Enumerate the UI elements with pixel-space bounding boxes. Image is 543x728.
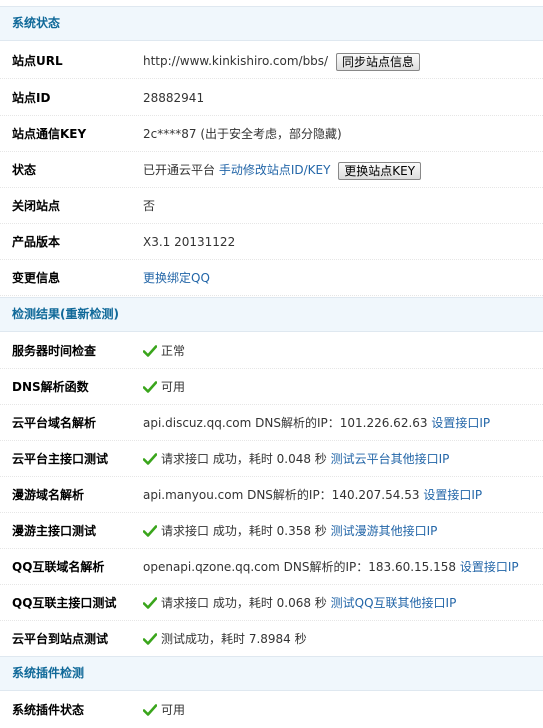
server-time-label: 服务器时间检查	[12, 344, 97, 358]
qq-api-test-label: QQ互联主接口测试	[12, 596, 117, 610]
check-icon	[143, 344, 157, 357]
row-site-url: 站点URL http://www.kinkishiro.com/bbs/ 同步站…	[0, 43, 543, 79]
manyou-api-test-label: 漫游主接口测试	[12, 524, 97, 538]
row-manyou-api-test: 漫游主接口测试 请求接口 成功，耗时 0.358 秒 测试漫游其他接口IP	[0, 513, 543, 549]
qq-api-test-value-wrap: 请求接口 成功，耗时 0.068 秒 测试QQ互联其他接口IP	[143, 585, 456, 621]
row-plugin-state: 系统插件状态 可用	[0, 692, 543, 728]
dns-function-label: DNS解析函数	[12, 380, 89, 394]
row-site-id: 站点ID 28882941	[0, 80, 543, 116]
plugin-state-value-wrap: 可用	[143, 692, 185, 728]
row-cloud-domain: 云平台域名解析 api.discuz.qq.com DNS解析的IP：101.2…	[0, 405, 543, 441]
row-change-info: 变更信息 更换绑定QQ	[0, 260, 543, 296]
site-url-label: 站点URL	[12, 54, 63, 68]
dns-function-value: 可用	[161, 380, 186, 394]
change-bound-qq-link[interactable]: 更换绑定QQ	[143, 271, 210, 285]
test-manyou-other-ip-link[interactable]: 测试漫游其他接口IP	[331, 524, 438, 538]
edit-site-id-key-link[interactable]: 手动修改站点ID/KEY	[219, 163, 331, 177]
site-key-label: 站点通信KEY	[12, 127, 87, 141]
server-time-value-wrap: 正常	[143, 333, 185, 369]
cloud-api-test-label: 云平台主接口测试	[12, 452, 109, 466]
product-version-value: X3.1 20131122	[143, 235, 236, 249]
test-cloud-other-ip-link[interactable]: 测试云平台其他接口IP	[331, 452, 450, 466]
product-version-label: 产品版本	[12, 235, 61, 249]
site-url-value: http://www.kinkishiro.com/bbs/	[143, 54, 329, 68]
site-test-value-wrap: 测试成功，耗时 7.8984 秒	[143, 621, 307, 657]
plugin-state-label: 系统插件状态	[12, 703, 85, 717]
site-id-value: 28882941	[143, 91, 205, 105]
manyou-api-test-value-wrap: 请求接口 成功，耗时 0.358 秒 测试漫游其他接口IP	[143, 513, 437, 549]
site-url-value-wrap: http://www.kinkishiro.com/bbs/ 同步站点信息	[143, 43, 420, 79]
row-server-time: 服务器时间检查 正常	[0, 333, 543, 369]
set-cloud-api-ip-link[interactable]: 设置接口IP	[431, 416, 490, 430]
plugin-state-value: 可用	[161, 703, 186, 717]
dns-function-value-wrap: 可用	[143, 369, 185, 405]
set-manyou-api-ip-link[interactable]: 设置接口IP	[423, 488, 482, 502]
qq-api-test-value: 请求接口 成功，耗时 0.068 秒	[161, 596, 327, 610]
manyou-domain-value-wrap: api.manyou.com DNS解析的IP：140.207.54.53 设置…	[143, 477, 482, 513]
row-site-test: 云平台到站点测试 测试成功，耗时 7.8984 秒	[0, 621, 543, 657]
status-value-wrap: 已开通云平台 手动修改站点ID/KEY 更换站点KEY	[143, 152, 422, 188]
row-site-key: 站点通信KEY 2c****87 (出于安全考虑，部分隐藏)	[0, 116, 543, 152]
check-icon	[143, 380, 157, 393]
status-label: 状态	[12, 163, 37, 177]
qq-domain-label: QQ互联域名解析	[12, 560, 105, 574]
cloud-api-test-value: 请求接口 成功，耗时 0.048 秒	[161, 452, 327, 466]
manyou-domain-value: api.manyou.com DNS解析的IP：140.207.54.53	[143, 488, 420, 502]
section-header-system-status: 系统状态	[0, 6, 543, 41]
close-site-label: 关闭站点	[12, 199, 61, 213]
row-cloud-api-test: 云平台主接口测试 请求接口 成功，耗时 0.048 秒 测试云平台其他接口IP	[0, 441, 543, 477]
change-info-label: 变更信息	[12, 271, 61, 285]
check-icon	[143, 596, 157, 609]
row-qq-domain: QQ互联域名解析 openapi.qzone.qq.com DNS解析的IP：1…	[0, 549, 543, 585]
row-product-version: 产品版本 X3.1 20131122	[0, 224, 543, 260]
set-qq-api-ip-link[interactable]: 设置接口IP	[460, 560, 519, 574]
cloud-domain-value: api.discuz.qq.com DNS解析的IP：101.226.62.63	[143, 416, 428, 430]
site-id-label: 站点ID	[12, 91, 51, 105]
row-status: 状态 已开通云平台 手动修改站点ID/KEY 更换站点KEY	[0, 152, 543, 188]
check-icon	[143, 703, 157, 716]
section-header-detect-results[interactable]: 检测结果(重新检测)	[0, 297, 543, 332]
site-test-label: 云平台到站点测试	[12, 632, 109, 646]
site-key-value: 2c****87 (出于安全考虑，部分隐藏)	[143, 127, 342, 141]
check-icon	[143, 632, 157, 645]
status-value: 已开通云平台	[143, 163, 216, 177]
cloud-api-test-value-wrap: 请求接口 成功，耗时 0.048 秒 测试云平台其他接口IP	[143, 441, 449, 477]
change-info-value-wrap: 更换绑定QQ	[143, 260, 210, 296]
sync-site-info-button[interactable]: 同步站点信息	[335, 52, 420, 71]
row-dns-function: DNS解析函数 可用	[0, 369, 543, 405]
server-time-value: 正常	[161, 344, 186, 358]
row-qq-api-test: QQ互联主接口测试 请求接口 成功，耗时 0.068 秒 测试QQ互联其他接口I…	[0, 585, 543, 621]
manyou-api-test-value: 请求接口 成功，耗时 0.358 秒	[161, 524, 327, 538]
test-qq-other-ip-link[interactable]: 测试QQ互联其他接口IP	[331, 596, 457, 610]
row-manyou-domain: 漫游域名解析 api.manyou.com DNS解析的IP：140.207.5…	[0, 477, 543, 513]
section-header-plugin-check: 系统插件检测	[0, 656, 543, 691]
qq-domain-value: openapi.qzone.qq.com DNS解析的IP：183.60.15.…	[143, 560, 457, 574]
manyou-domain-label: 漫游域名解析	[12, 488, 85, 502]
qq-domain-value-wrap: openapi.qzone.qq.com DNS解析的IP：183.60.15.…	[143, 549, 519, 585]
change-site-key-button[interactable]: 更换站点KEY	[338, 161, 422, 180]
check-icon	[143, 524, 157, 537]
cloud-domain-label: 云平台域名解析	[12, 416, 97, 430]
cloud-platform-panel: 系统状态 站点URL http://www.kinkishiro.com/bbs…	[0, 0, 543, 717]
close-site-value: 否	[143, 199, 156, 213]
cloud-domain-value-wrap: api.discuz.qq.com DNS解析的IP：101.226.62.63…	[143, 405, 490, 441]
check-icon	[143, 452, 157, 465]
site-test-value: 测试成功，耗时 7.8984 秒	[161, 632, 307, 646]
row-close-site: 关闭站点 否	[0, 188, 543, 224]
